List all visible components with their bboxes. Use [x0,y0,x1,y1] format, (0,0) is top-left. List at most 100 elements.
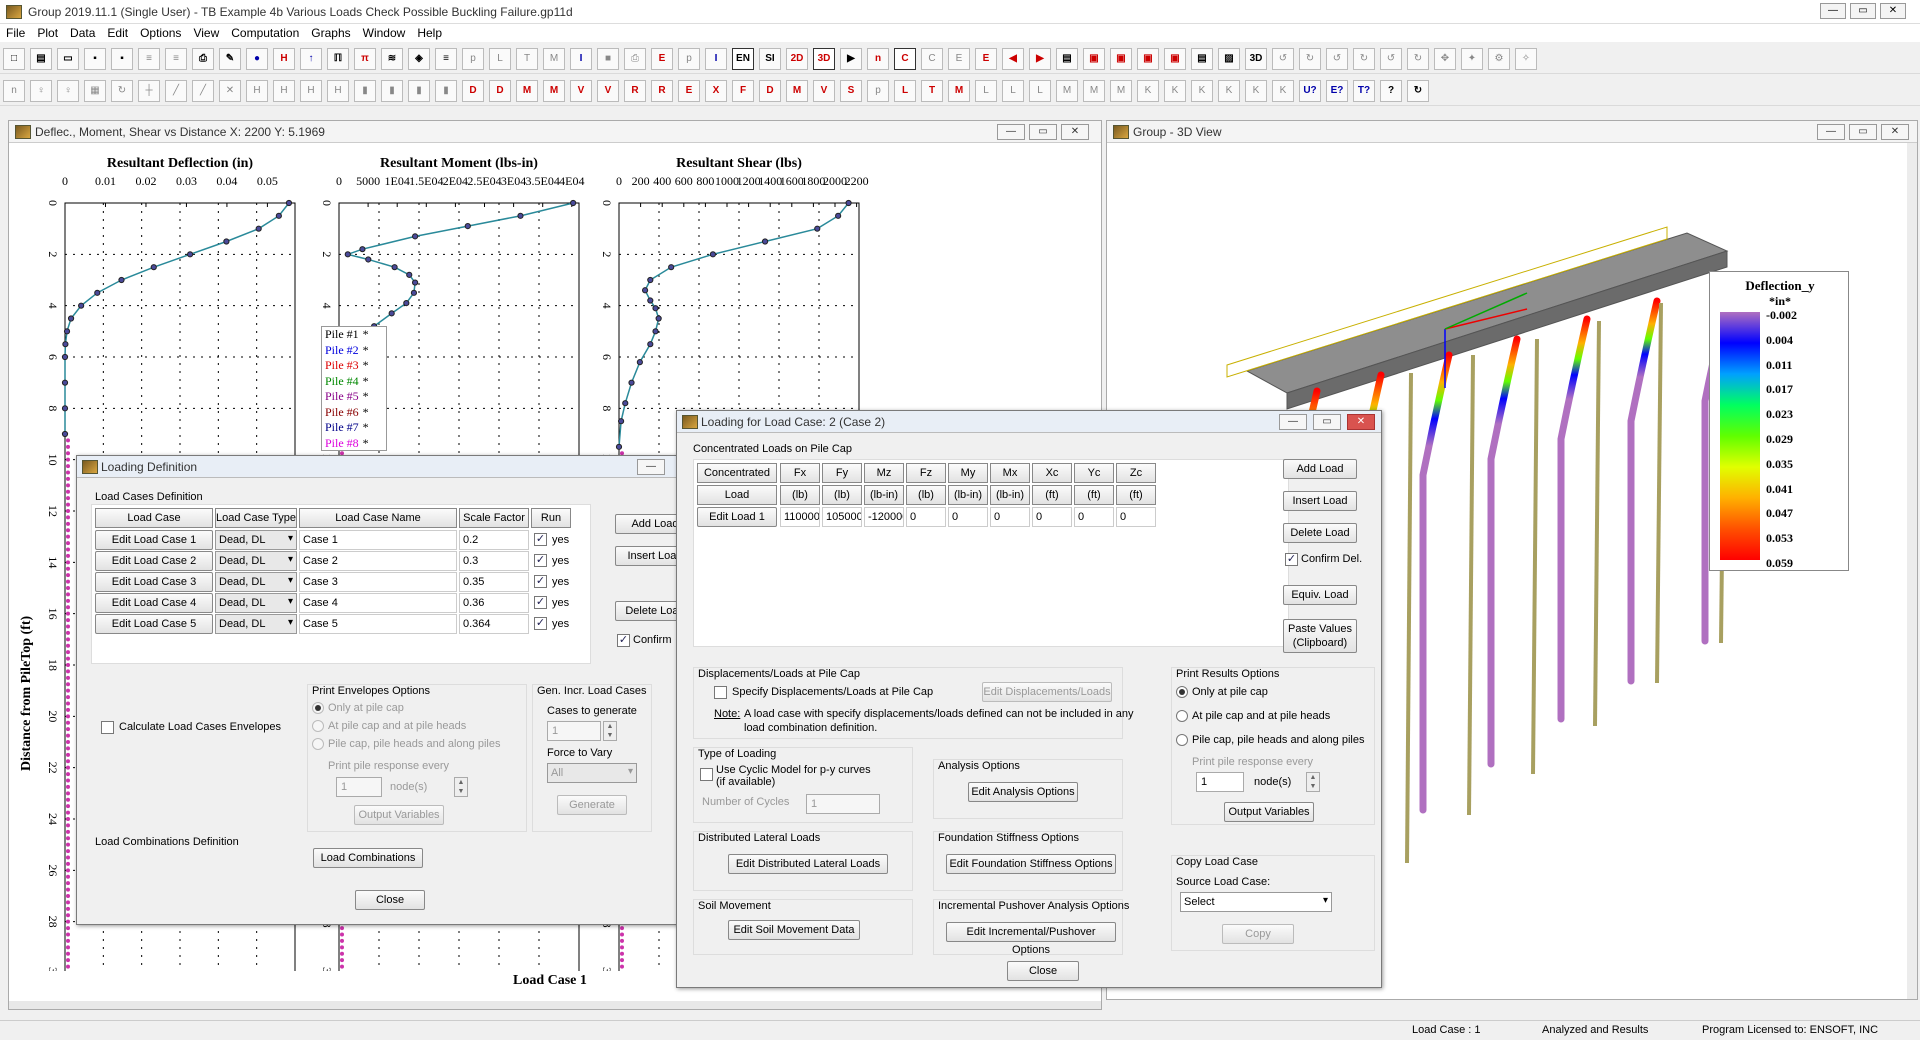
env-output-variables-button[interactable]: Output Variables [354,805,444,825]
py-curve-icon[interactable]: p [462,48,484,70]
stop-icon[interactable]: ■ [597,48,619,70]
3d-scrollbar[interactable] [1907,143,1917,999]
force-to-vary-select[interactable]: All [547,763,637,783]
edit-displacements-button[interactable]: Edit Displacements/Loads [982,682,1112,702]
load-case-name-cell[interactable]: Case 4 [299,593,457,613]
v-icon[interactable]: V [813,80,835,102]
loading-def-close-button[interactable]: Close [355,890,425,910]
bar2-icon[interactable]: ▮ [381,80,403,102]
equiv-load-button[interactable]: Equiv. Load [1283,585,1357,605]
dz-icon[interactable]: D [489,80,511,102]
refresh-icon[interactable]: ↻ [111,80,133,102]
f-icon[interactable]: F [732,80,754,102]
h1-icon[interactable]: H [246,80,268,102]
rotate5-icon[interactable]: ↺ [1380,48,1402,70]
env-every-input[interactable]: 1 [336,777,382,797]
load-value-cell[interactable]: 105000 [822,507,862,527]
h2-icon[interactable]: H [273,80,295,102]
k1-icon[interactable]: L [975,80,997,102]
k5-icon[interactable]: M [1083,80,1105,102]
view-2d-button[interactable]: 2D [786,48,808,70]
units-en-button[interactable]: EN [732,48,754,70]
plot-maximize-button[interactable]: ▭ [1029,124,1057,140]
menu-view[interactable]: View [187,24,225,42]
x-icon[interactable]: X [705,80,727,102]
pr-cap-heads-radio[interactable] [1176,710,1188,722]
load-value-cell[interactable]: -1200000 [864,507,904,527]
menu-graphs[interactable]: Graphs [305,24,356,42]
open-folder-icon[interactable]: ▭ [57,48,79,70]
load-case-name-cell[interactable]: Case 5 [299,614,457,634]
env-every-spinner[interactable]: ▲ ▼ [454,777,468,797]
my-icon[interactable]: M [543,80,565,102]
cases-spinner[interactable]: ▲ ▼ [603,721,617,741]
k10-icon[interactable]: K [1218,80,1240,102]
3d-minimize-button[interactable]: — [1817,124,1845,140]
menu-window[interactable]: Window [357,24,412,42]
e-icon[interactable]: E [678,80,700,102]
edit-load-case-button[interactable]: Edit Load Case 2 [95,551,213,571]
edit-load-case-button[interactable]: Edit Load Case 4 [95,593,213,613]
load-case-name-cell[interactable]: Case 2 [299,551,457,571]
k9-icon[interactable]: K [1191,80,1213,102]
color-bar-icon[interactable]: ≡ [435,48,457,70]
load-case-type-select[interactable]: Dead, DL [215,593,297,613]
line1-icon[interactable]: ╱ [165,80,187,102]
load-value-cell[interactable]: 0 [1116,507,1156,527]
ld-curve-icon[interactable]: L [489,48,511,70]
line2-icon[interactable]: ╱ [192,80,214,102]
plot-close-button[interactable]: ✕ [1061,124,1089,140]
new-file-icon[interactable]: □ [3,48,25,70]
source-load-case-select[interactable]: Select [1180,892,1332,912]
s-icon[interactable]: S [840,80,862,102]
load-value-cell[interactable]: 0 [948,507,988,527]
lc-confirm-del-checkbox[interactable]: ✓ [1285,553,1298,566]
grid-icon[interactable]: ▦ [84,80,106,102]
load-value-cell[interactable]: 0 [1032,507,1072,527]
mo2-icon[interactable]: M [948,80,970,102]
load-case-type-select[interactable]: Dead, DL [215,551,297,571]
env-only-pile-cap-radio[interactable] [312,702,324,714]
pile-type-icon[interactable]: I [705,48,727,70]
env-cap-heads-radio[interactable] [312,720,324,732]
run-checkbox[interactable]: ✓ [534,533,547,546]
close-button[interactable]: ✕ [1880,3,1906,19]
pr-output-variables-button[interactable]: Output Variables [1224,802,1314,822]
load-case-type-select[interactable]: Dead, DL [215,614,297,634]
help-t-icon[interactable]: T? [1353,80,1375,102]
plot-minimize-button[interactable]: — [997,124,1025,140]
n-icon[interactable]: n [3,80,25,102]
edit-foundation-stiffness-button[interactable]: Edit Foundation Stiffness Options [946,854,1116,874]
rotate6-icon[interactable]: ↻ [1407,48,1429,70]
lc-delete-load-button[interactable]: Delete Load [1283,523,1357,543]
move-icon[interactable]: ✥ [1434,48,1456,70]
edit-icon[interactable]: ✎ [219,48,241,70]
r4-icon[interactable]: ▣ [1164,48,1186,70]
dy-icon[interactable]: D [462,80,484,102]
vy-icon[interactable]: V [570,80,592,102]
rotate2-icon[interactable]: ↻ [1299,48,1321,70]
lc-insert-load-button[interactable]: Insert Load [1283,491,1357,511]
epile-icon[interactable]: E [651,48,673,70]
mz-icon[interactable]: M [516,80,538,102]
units-si-button[interactable]: SI [759,48,781,70]
scale-factor-cell[interactable]: 0.36 [459,593,529,613]
k3-icon[interactable]: L [1029,80,1051,102]
pr-along-piles-radio[interactable] [1176,734,1188,746]
edit-load-case-button[interactable]: Edit Load Case 1 [95,530,213,550]
run-checkbox[interactable]: ✓ [534,617,547,630]
pr-every-spinner[interactable]: ▲ ▼ [1306,772,1320,792]
menu-edit[interactable]: Edit [101,24,134,42]
tz2-icon[interactable]: T [921,80,943,102]
r3-icon[interactable]: ▣ [1137,48,1159,70]
pin2-icon[interactable]: ♀ [57,80,79,102]
bar1-icon[interactable]: ▮ [354,80,376,102]
picture-icon[interactable]: ▨ [1218,48,1240,70]
envelope-icon[interactable]: E [948,48,970,70]
menu-options[interactable]: Options [134,24,187,42]
info-icon[interactable]: ● [246,48,268,70]
help-u-icon[interactable]: U? [1299,80,1321,102]
save-as-icon[interactable]: ▪ [111,48,133,70]
scale-factor-cell[interactable]: 0.364 [459,614,529,634]
edit-load-case-button[interactable]: Edit Load Case 5 [95,614,213,634]
